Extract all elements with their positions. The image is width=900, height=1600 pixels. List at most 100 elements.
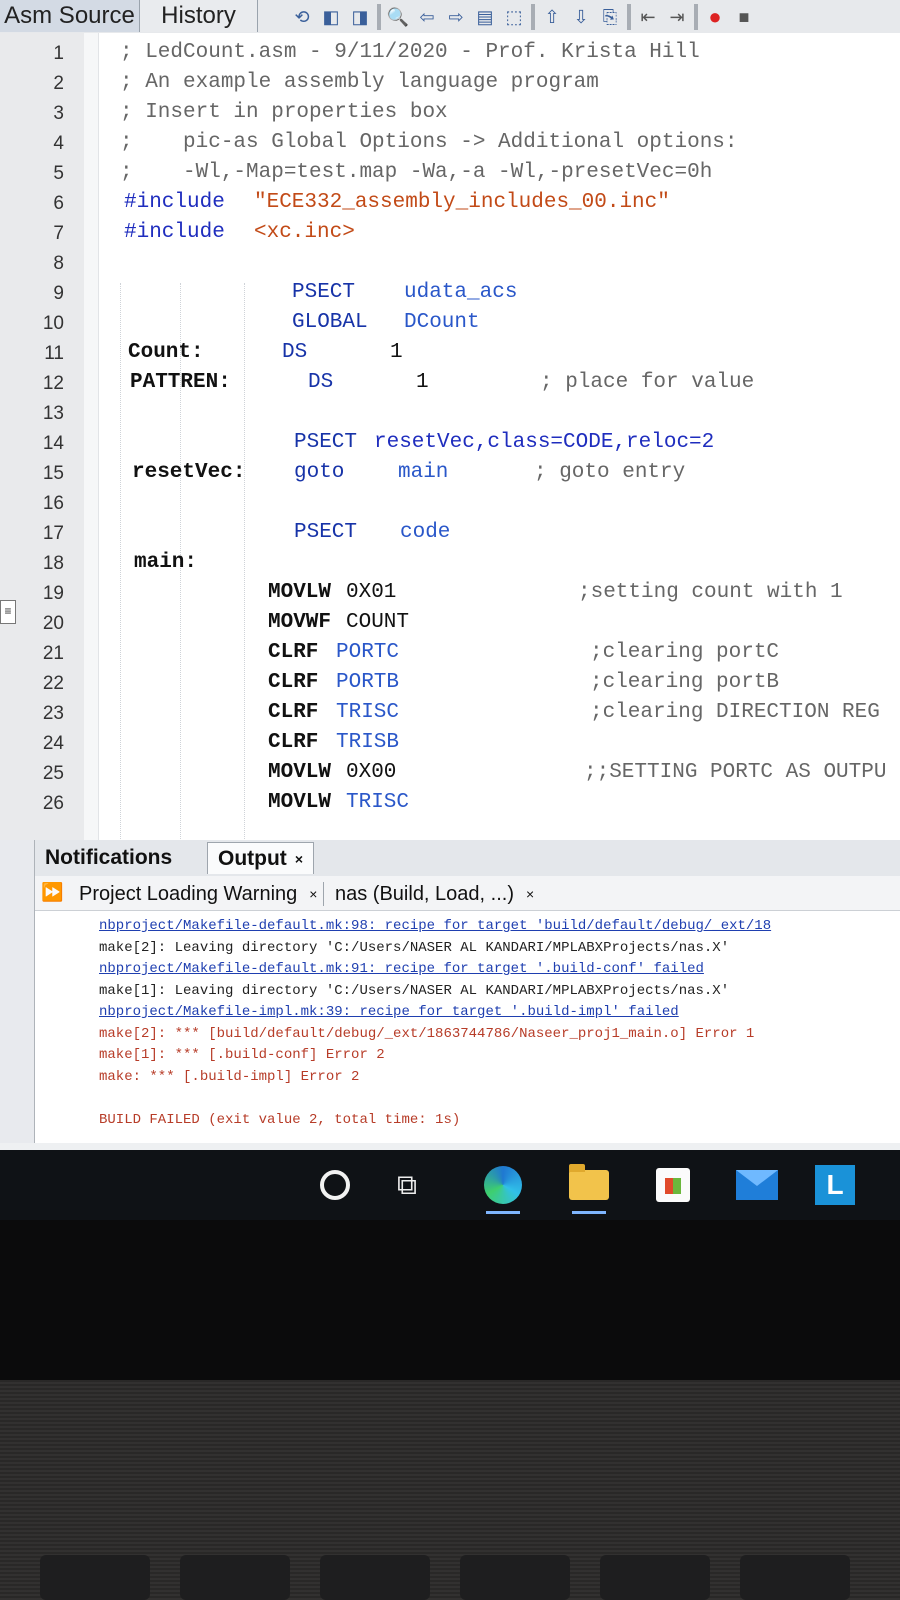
back-icon[interactable]: ◧ — [319, 5, 343, 29]
output-log[interactable]: nbproject/Makefile-default.mk:98: recipe… — [49, 910, 900, 1143]
code-line[interactable]: 3 ; Insert in properties box — [0, 99, 900, 129]
code-line[interactable]: 15 resetVec: goto main ; goto entry — [0, 459, 900, 489]
rerun-icon[interactable]: ⏩ — [41, 882, 63, 903]
output-line: BUILD FAILED (exit value 2, total time: … — [99, 1111, 461, 1128]
shift-left-icon[interactable]: ⇤ — [636, 5, 660, 29]
code-token: CLRF — [268, 731, 319, 754]
find-icon[interactable]: 🔍 — [386, 5, 410, 29]
code-line[interactable]: 12 PATTREN: DS 1 ; place for value — [0, 369, 900, 399]
code-token: CLRF — [268, 671, 319, 694]
code-token: ; LedCount.asm - 9/11/2020 - Prof. Krist… — [120, 41, 700, 64]
code-line[interactable]: 14 PSECT resetVec,class=CODE,reloc=2 — [0, 429, 900, 459]
l-app-icon[interactable]: L — [812, 1162, 858, 1208]
close-icon[interactable]: × — [309, 886, 317, 902]
code-token: 1 — [390, 341, 403, 364]
code-token: ;;SETTING PORTC AS OUTPU — [584, 761, 887, 784]
code-line[interactable]: 17 PSECT code — [0, 519, 900, 549]
previous-bookmark-icon[interactable]: ⇧ — [540, 5, 564, 29]
code-line[interactable]: 22 CLRF PORTB ;clearing portB — [0, 669, 900, 699]
code-line[interactable]: 16 — [0, 489, 900, 519]
keyboard-key — [600, 1555, 710, 1600]
code-token: ; place for value — [540, 371, 755, 394]
output-link[interactable]: nbproject/Makefile-default.mk:98: recipe… — [99, 918, 771, 934]
code-line[interactable]: 1 ; LedCount.asm - 9/11/2020 - Prof. Kris… — [0, 39, 900, 69]
output-link[interactable]: nbproject/Makefile-impl.mk:39: recipe fo… — [99, 1004, 679, 1020]
close-icon[interactable]: × — [295, 851, 303, 867]
code-line[interactable]: 9 PSECT udata_acs — [0, 279, 900, 309]
code-token: code — [400, 521, 451, 544]
line-number: 2 — [53, 73, 64, 94]
file-explorer-icon[interactable] — [566, 1162, 612, 1214]
tab-output-label: Output — [218, 846, 287, 870]
code-token: 1 — [416, 371, 429, 394]
task-view-icon[interactable]: ⧉ — [384, 1162, 430, 1208]
find-previous-icon[interactable]: ⇦ — [415, 5, 439, 29]
code-line[interactable]: 6 #include "ECE332_assembly_includes_00.in… — [0, 189, 900, 219]
line-number: 7 — [53, 223, 64, 244]
store-icon[interactable] — [650, 1162, 696, 1208]
tab-notifications[interactable]: Notifications — [35, 842, 182, 874]
line-number: 14 — [42, 433, 64, 454]
tab-project-loading-warning[interactable]: Project Loading Warning × — [79, 880, 317, 908]
line-number: 13 — [42, 403, 64, 424]
code-line[interactable]: 23 CLRF TRISC ;clearing DIRECTION REG — [0, 699, 900, 729]
code-line[interactable]: 2 ; An example assembly language program — [0, 69, 900, 99]
code-token: ;clearing portB — [590, 671, 780, 694]
code-token: TRISC — [336, 701, 400, 724]
stop-macro-icon[interactable]: ■ — [732, 5, 756, 29]
code-line[interactable]: 11 Count: DS 1 — [0, 339, 900, 369]
output-line: make[1]: *** [.build-conf] Error 2 — [99, 1047, 385, 1063]
last-edit-icon[interactable]: ⟲ — [290, 5, 314, 29]
forward-icon[interactable]: ◨ — [348, 5, 372, 29]
tab-project-loading-label: Project Loading Warning — [79, 882, 298, 905]
code-token: 0X01 — [346, 581, 397, 604]
toolbar-separator — [627, 4, 631, 30]
toggle-bookmark-icon[interactable]: ⎘ — [598, 5, 622, 29]
code-line[interactable]: 5 ; -Wl,-Map=test.map -Wa,-a -Wl,-presetV… — [0, 159, 900, 189]
search-icon[interactable] — [312, 1162, 358, 1208]
code-line[interactable]: 13 — [0, 399, 900, 429]
code-line[interactable]: 20 MOVWF COUNT — [0, 609, 900, 639]
code-line[interactable]: 10 GLOBAL DCount — [0, 309, 900, 339]
code-token: 0X00 — [346, 761, 397, 784]
output-link[interactable]: nbproject/Makefile-default.mk:91: recipe… — [99, 961, 704, 977]
code-line[interactable]: 19 MOVLW 0X01 ;setting count with 1 — [0, 579, 900, 609]
code-token: PSECT — [292, 281, 356, 304]
tab-output[interactable]: Output × — [207, 842, 314, 874]
code-editor[interactable]: 1 ; LedCount.asm - 9/11/2020 - Prof. Kris… — [0, 33, 900, 840]
code-token: main: — [134, 551, 198, 574]
windows-taskbar: ⧉ L — [0, 1150, 900, 1220]
code-line[interactable]: 24 CLRF TRISB — [0, 729, 900, 759]
code-line[interactable]: 8 — [0, 249, 900, 279]
code-token: MOVLW — [268, 761, 332, 784]
code-line[interactable]: 7 #include <xc.inc> — [0, 219, 900, 249]
shift-right-icon[interactable]: ⇥ — [665, 5, 689, 29]
collapse-marker-icon[interactable]: ≡ — [0, 600, 16, 624]
output-line: make[2]: Leaving directory 'C:/Users/NAS… — [99, 939, 730, 956]
code-line[interactable]: 4 ; pic-as Global Options -> Additional o… — [0, 129, 900, 159]
close-icon[interactable]: × — [526, 886, 534, 902]
code-line[interactable]: 26 MOVLW TRISC — [0, 789, 900, 819]
code-token: <xc.inc> — [254, 221, 355, 244]
output-panel: Notifications Output × ⏩ Project Loading… — [34, 840, 900, 1143]
code-token: ;setting count with 1 — [578, 581, 843, 604]
line-number: 4 — [53, 133, 64, 154]
code-token: ;clearing portC — [590, 641, 780, 664]
tab-asm-source[interactable]: Asm Source — [0, 0, 140, 32]
next-bookmark-icon[interactable]: ⇩ — [569, 5, 593, 29]
find-next-icon[interactable]: ⇨ — [444, 5, 468, 29]
tab-nas-build[interactable]: nas (Build, Load, ...) × — [322, 880, 534, 908]
record-macro-icon[interactable]: ● — [703, 4, 727, 29]
code-line[interactable]: 18 main: — [0, 549, 900, 579]
toggle-selection-icon[interactable]: ⬚ — [502, 5, 526, 29]
code-token: DS — [308, 371, 334, 394]
mail-icon[interactable] — [734, 1162, 780, 1208]
code-token: ; pic-as Global Options -> Additional op… — [120, 131, 738, 154]
tab-history[interactable]: History — [140, 0, 258, 32]
code-line[interactable]: 21 CLRF PORTC ;clearing portC — [0, 639, 900, 669]
code-line[interactable]: 25 MOVLW 0X00 ;;SETTING PORTC AS OUTPU — [0, 759, 900, 789]
code-token: ;clearing DIRECTION REG — [590, 701, 880, 724]
toolbar-separator — [377, 4, 381, 30]
edge-icon[interactable] — [480, 1162, 526, 1214]
toggle-highlight-icon[interactable]: ▤ — [473, 5, 497, 29]
